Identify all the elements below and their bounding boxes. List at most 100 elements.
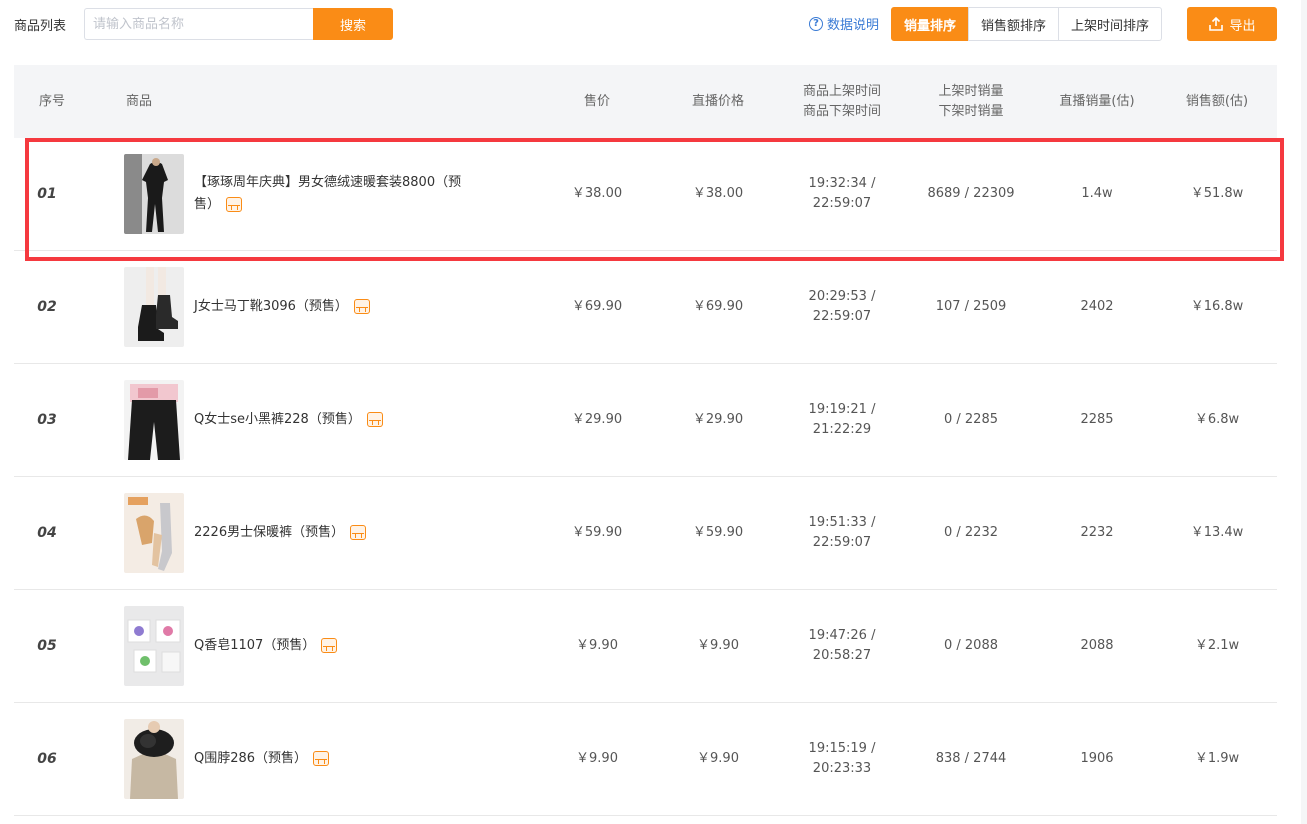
product-thumbnail[interactable] — [124, 380, 184, 460]
price-cell: ￥69.90 — [571, 299, 623, 314]
live-price-cell: ￥9.90 — [697, 638, 739, 653]
product-thumbnail[interactable] — [124, 267, 184, 347]
product-thumbnail[interactable] — [124, 719, 184, 799]
header-index: 序号 — [38, 93, 65, 109]
header-sales-at-times: 上架时销量 下架时销量 — [916, 65, 1026, 138]
product-name-cell: J女士马丁靴3096（预售） — [194, 251, 464, 363]
product-search-input[interactable] — [84, 8, 314, 40]
shop-icon[interactable] — [321, 638, 338, 653]
row-index: 01 — [37, 186, 57, 202]
on-shelf-time: 19:51:33 / — [808, 515, 876, 530]
revenue-cell: ￥6.8w — [1194, 412, 1240, 427]
table-row[interactable]: 06 Q围脖286（预售） ￥9.90 ￥9.90 1906 ￥1.9w 19:15:19 … — [14, 703, 1277, 816]
header-product: 商品 — [125, 93, 152, 109]
sort-by-listing-time-button[interactable]: 上架时间排序 — [1058, 7, 1163, 41]
shop-icon[interactable] — [366, 412, 383, 427]
on-shelf-time: 19:15:19 / — [808, 741, 876, 756]
revenue-cell: ￥13.4w — [1190, 525, 1244, 540]
shop-icon[interactable] — [350, 525, 367, 540]
sort-by-sales-button[interactable]: 销量排序 — [891, 7, 970, 41]
data-help-link[interactable]: ? 数据说明 — [809, 14, 879, 33]
product-name-cell: Q围脖286（预售） — [194, 703, 464, 815]
product-name[interactable]: 2226男士保暖裤（预售） — [194, 525, 344, 540]
table-row[interactable]: 04 2226男士保暖裤（预售） ￥59.90 ￥59.90 2232 ￥13.4w 19:… — [14, 477, 1277, 590]
live-price-cell: ￥59.90 — [692, 525, 744, 540]
table-body: 01 【琢琢周年庆典】男女德绒速暖套装8800（预售） ￥38.00 ￥38.00 1.… — [14, 138, 1277, 816]
off-shelf-time: 22:59:07 — [812, 196, 872, 211]
header-sales-on: 上架时销量 — [938, 83, 1004, 99]
live-price-cell: ￥9.90 — [697, 751, 739, 766]
row-index: 04 — [37, 525, 57, 541]
off-shelf-time: 22:59:07 — [812, 309, 872, 324]
live-sales-cell: 2285 — [1080, 412, 1114, 427]
product-thumbnail[interactable] — [124, 154, 184, 234]
product-thumbnail[interactable] — [124, 493, 184, 573]
off-shelf-time: 20:58:27 — [812, 648, 872, 663]
header-listing-times: 商品上架时间 商品下架时间 — [784, 65, 900, 138]
table-header: 序号 商品 售价 直播价格 商品上架时间 商品下架时间 上架时销量 下架时销量 … — [14, 65, 1277, 138]
header-on-shelf-time: 商品上架时间 — [802, 83, 881, 99]
product-name-cell: 2226男士保暖裤（预售） — [194, 477, 464, 589]
on-shelf-time: 19:19:21 / — [808, 402, 876, 417]
sales-at-times-cell: 838 / 2744 — [935, 751, 1007, 766]
listing-time-cell: 19:47:26 / 20:58:27 — [784, 590, 900, 702]
search-button[interactable]: 搜索 — [313, 8, 393, 40]
live-price-cell: ￥38.00 — [692, 186, 744, 201]
row-index: 06 — [37, 751, 57, 767]
revenue-cell: ￥1.9w — [1194, 751, 1240, 766]
toolbar: 商品列表 搜索 ? 数据说明 销量排序 销售额排序 上架时间排序 导出 — [0, 0, 1300, 48]
sales-at-times-cell: 0 / 2285 — [944, 412, 998, 427]
off-shelf-time: 22:59:07 — [812, 535, 872, 550]
price-cell: ￥9.90 — [576, 751, 618, 766]
revenue-cell: ￥2.1w — [1194, 638, 1240, 653]
shop-icon[interactable] — [313, 751, 330, 766]
product-table: 序号 商品 售价 直播价格 商品上架时间 商品下架时间 上架时销量 下架时销量 … — [14, 65, 1277, 816]
shop-icon[interactable] — [353, 299, 370, 314]
product-name-cell: 【琢琢周年庆典】男女德绒速暖套装8800（预售） — [194, 138, 464, 250]
export-upload-icon — [1209, 16, 1224, 31]
row-index: 05 — [37, 638, 57, 654]
sort-button-group: 销量排序 销售额排序 上架时间排序 — [891, 7, 1163, 41]
product-thumbnail[interactable] — [124, 606, 184, 686]
row-index: 02 — [37, 299, 57, 315]
live-price-cell: ￥29.90 — [692, 412, 744, 427]
price-cell: ￥38.00 — [571, 186, 623, 201]
live-sales-cell: 2402 — [1080, 299, 1114, 314]
product-name[interactable]: Q围脖286（预售） — [194, 751, 307, 766]
data-help-label: 数据说明 — [827, 18, 880, 33]
revenue-cell: ￥16.8w — [1190, 299, 1244, 314]
live-sales-cell: 1906 — [1080, 751, 1114, 766]
header-revenue: 销售额(估) — [1185, 93, 1249, 109]
sales-at-times-cell: 0 / 2232 — [944, 525, 998, 540]
product-name[interactable]: Q女士se小黑裤228（预售） — [194, 412, 361, 427]
on-shelf-time: 19:32:34 / — [808, 176, 876, 191]
table-row[interactable]: 01 【琢琢周年庆典】男女德绒速暖套装8800（预售） ￥38.00 ￥38.00 1.… — [14, 138, 1277, 251]
live-price-cell: ￥69.90 — [692, 299, 744, 314]
row-index: 03 — [37, 412, 57, 428]
page-right-border — [1301, 0, 1307, 824]
table-row[interactable]: 02 J女士马丁靴3096（预售） ￥69.90 ￥69.90 2402 ￥16.8w 20… — [14, 251, 1277, 364]
live-sales-cell: 2088 — [1080, 638, 1114, 653]
listing-time-cell: 19:15:19 / 20:23:33 — [784, 703, 900, 815]
export-button[interactable]: 导出 — [1187, 7, 1277, 41]
product-name[interactable]: Q香皂1107（预售） — [194, 638, 315, 653]
table-row[interactable]: 05 Q香皂1107（预售） ￥9.90 ￥9.90 2088 ￥2.1w 19:47:26… — [14, 590, 1277, 703]
header-price: 售价 — [583, 93, 610, 109]
price-cell: ￥59.90 — [571, 525, 623, 540]
header-live-price: 直播价格 — [691, 93, 744, 109]
sort-by-revenue-button[interactable]: 销售额排序 — [968, 7, 1060, 41]
table-row[interactable]: 03 Q女士se小黑裤228（预售） ￥29.90 ￥29.90 2285 ￥6.8w 19… — [14, 364, 1277, 477]
product-name[interactable]: J女士马丁靴3096（预售） — [194, 299, 348, 314]
product-name-cell: Q香皂1107（预售） — [194, 590, 464, 702]
on-shelf-time: 20:29:53 / — [808, 289, 876, 304]
shop-icon[interactable] — [226, 197, 243, 212]
listing-time-cell: 19:32:34 / 22:59:07 — [784, 138, 900, 250]
product-list-label: 商品列表 — [14, 19, 67, 34]
off-shelf-time: 20:23:33 — [812, 761, 872, 776]
sales-at-times-cell: 8689 / 22309 — [927, 186, 1015, 201]
header-live-sales: 直播销量(估) — [1059, 93, 1135, 109]
listing-time-cell: 19:51:33 / 22:59:07 — [784, 477, 900, 589]
off-shelf-time: 21:22:29 — [812, 422, 872, 437]
question-circle-icon: ? — [809, 16, 823, 31]
header-off-shelf-time: 商品下架时间 — [802, 103, 881, 119]
